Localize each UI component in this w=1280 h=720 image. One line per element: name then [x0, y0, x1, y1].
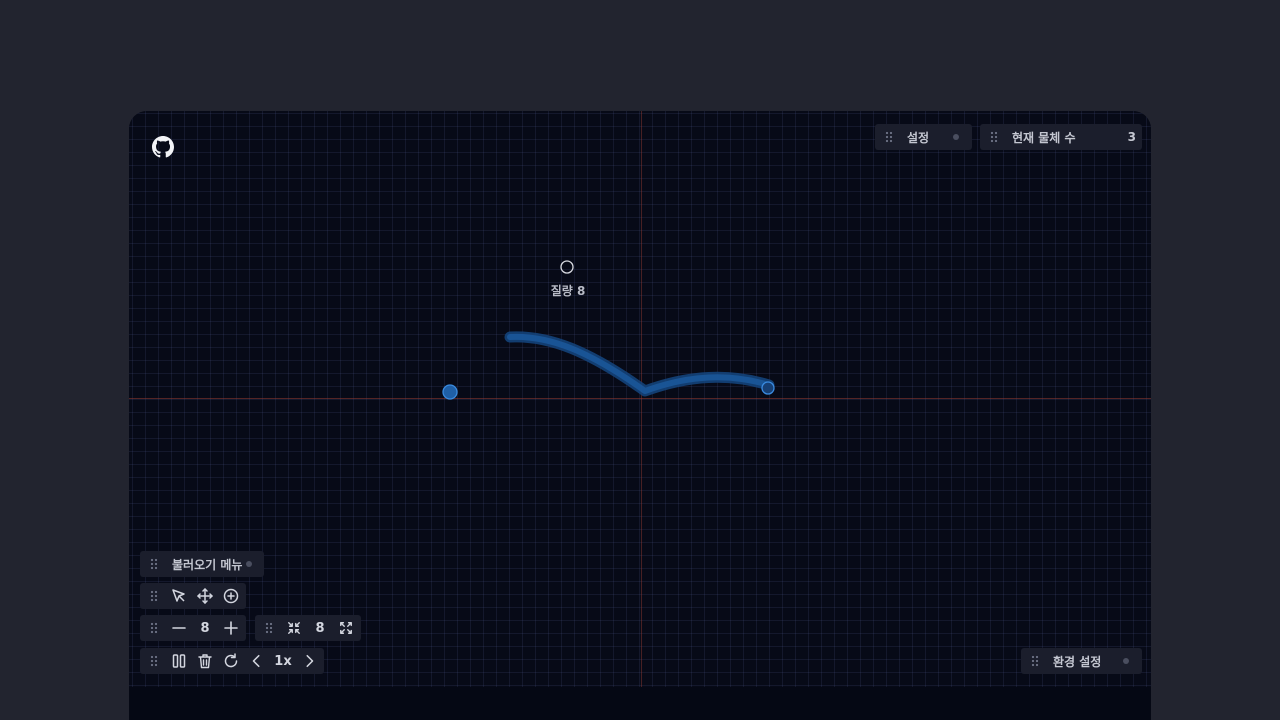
drag-handle-icon[interactable]	[1031, 655, 1039, 667]
object-count-label: 현재 물체 수	[1012, 130, 1076, 145]
size-value: 8	[315, 620, 325, 636]
drag-handle-icon[interactable]	[885, 131, 893, 143]
playback-panel: 1x	[140, 648, 324, 674]
right-body	[761, 381, 775, 395]
environment-label: 환경 설정	[1053, 654, 1102, 669]
mass-label: 질량 8	[550, 284, 586, 298]
trash-icon[interactable]	[192, 648, 218, 674]
drag-handle-icon[interactable]	[990, 131, 998, 143]
plus-icon[interactable]	[218, 615, 244, 641]
settings-label: 설정	[907, 130, 930, 145]
collapse-dot[interactable]	[246, 561, 252, 567]
load-menu-label: 불러오기 메뉴	[172, 557, 243, 572]
chevron-left-icon[interactable]	[244, 648, 270, 674]
github-icon[interactable]	[152, 136, 174, 158]
load-menu-panel[interactable]: 불러오기 메뉴	[140, 551, 264, 577]
mass-panel: 8	[140, 615, 246, 641]
drag-handle-icon[interactable]	[150, 655, 158, 667]
orbit-scene	[442, 260, 775, 400]
plus-circle-icon[interactable]	[218, 583, 244, 609]
move-icon[interactable]	[192, 583, 218, 609]
drag-handle-icon[interactable]	[150, 590, 158, 602]
left-body	[442, 384, 458, 400]
cursor-icon[interactable]	[166, 583, 192, 609]
collapse-dot[interactable]	[953, 134, 959, 140]
mass-value: 8	[200, 620, 210, 636]
settings-panel[interactable]: 설정	[875, 124, 972, 150]
minus-icon[interactable]	[166, 615, 192, 641]
tool-panel	[140, 583, 246, 609]
collapse-dot[interactable]	[1123, 658, 1129, 664]
size-panel: 8	[255, 615, 361, 641]
shrink-icon[interactable]	[281, 615, 307, 641]
refresh-icon[interactable]	[218, 648, 244, 674]
simulation-canvas[interactable]: 질량 8 설정 현재 물체 수 3 불러오기 메뉴 8 8 1x 환경 설정	[129, 111, 1151, 720]
pause-icon[interactable]	[166, 648, 192, 674]
canvas-footer-strip	[129, 687, 1151, 720]
object-count-value: 3	[1127, 130, 1136, 144]
object-count-panel: 현재 물체 수 3	[980, 124, 1142, 150]
speed-value: 1x	[274, 653, 292, 669]
drag-handle-icon[interactable]	[150, 622, 158, 634]
orbit-trail	[504, 331, 775, 397]
drag-handle-icon[interactable]	[265, 622, 273, 634]
environment-panel[interactable]: 환경 설정	[1021, 648, 1142, 674]
ghost-body	[560, 260, 574, 274]
chevron-right-icon[interactable]	[296, 648, 322, 674]
expand-icon[interactable]	[333, 615, 359, 641]
drag-handle-icon[interactable]	[150, 558, 158, 570]
